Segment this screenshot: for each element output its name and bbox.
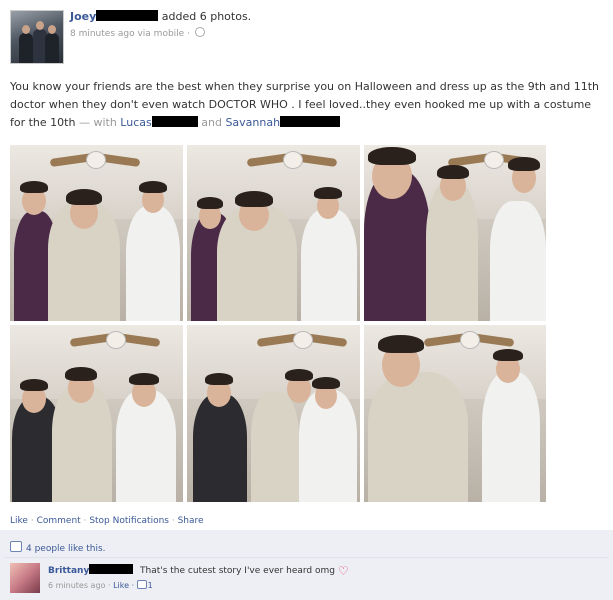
and-label: and <box>201 116 222 129</box>
with-label: — with <box>78 116 117 129</box>
post-actions: Like · Comment · Stop Notifications · Sh… <box>10 516 204 526</box>
comment-like-count[interactable]: 1 <box>148 581 153 590</box>
comment-body: That's the cutest story I've ever heard … <box>140 564 349 578</box>
ceiling-fan <box>49 151 141 169</box>
avatar-head <box>36 21 44 30</box>
photo-2[interactable] <box>187 145 360 321</box>
avatar-head <box>22 25 30 34</box>
post-action: added 6 photos. <box>161 10 252 23</box>
comment-text: That's the cutest story I've ever heard … <box>140 566 335 576</box>
photo-3[interactable] <box>364 145 546 321</box>
comment-like-link[interactable]: Like · <box>113 581 134 590</box>
post-header: Joey added 6 photos. <box>70 10 251 24</box>
post-timestamp[interactable]: 8 minutes ago via mobile · <box>70 29 190 39</box>
ceiling-fan <box>246 151 338 169</box>
divider <box>4 557 609 558</box>
commenter-avatar[interactable] <box>10 563 40 593</box>
ceiling-fan <box>69 331 161 349</box>
photo-6[interactable] <box>364 325 546 502</box>
author-avatar[interactable] <box>10 10 64 64</box>
tagged-friend[interactable]: Savannah <box>225 116 280 129</box>
comment-timestamp[interactable]: 6 minutes ago · <box>48 581 111 590</box>
avatar-figure <box>45 33 59 63</box>
tagged-friend[interactable]: Lucas <box>120 116 151 129</box>
avatar-figure <box>19 33 33 63</box>
likes-count-link[interactable]: 4 people like this. <box>26 544 106 554</box>
ceiling-fan <box>256 331 348 349</box>
likes-summary: 4 people like this. <box>10 541 106 554</box>
commenter-name-link[interactable]: Brittany <box>48 566 89 576</box>
photo-1[interactable] <box>10 145 183 321</box>
heart-icon: ♡ <box>337 564 349 578</box>
photo-4[interactable] <box>10 325 183 502</box>
commenter-name: Brittany <box>48 564 134 576</box>
thumbs-up-icon <box>10 541 22 552</box>
post-text: You know your friends are the best when … <box>10 78 606 132</box>
stop-notifications-link[interactable]: Stop Notifications <box>89 516 169 526</box>
thumbs-up-icon <box>136 580 147 589</box>
ceiling-fan <box>423 331 515 349</box>
like-link[interactable]: Like <box>10 516 28 526</box>
redacted-surname <box>96 10 159 21</box>
redacted-surname <box>151 116 198 127</box>
photo-5[interactable] <box>187 325 360 502</box>
post-meta: 8 minutes ago via mobile · <box>70 27 205 39</box>
person-white-shirt <box>126 206 180 321</box>
audience-icon[interactable] <box>194 27 205 37</box>
avatar-head <box>48 25 56 34</box>
redacted-surname <box>280 116 341 127</box>
comment-meta: 6 minutes ago · Like · 1 <box>48 580 153 590</box>
redacted-surname <box>89 564 134 574</box>
photo-grid <box>10 145 546 502</box>
share-link[interactable]: Share <box>178 516 204 526</box>
author-name[interactable]: Joey <box>70 10 96 23</box>
comment-link[interactable]: Comment <box>37 516 81 526</box>
